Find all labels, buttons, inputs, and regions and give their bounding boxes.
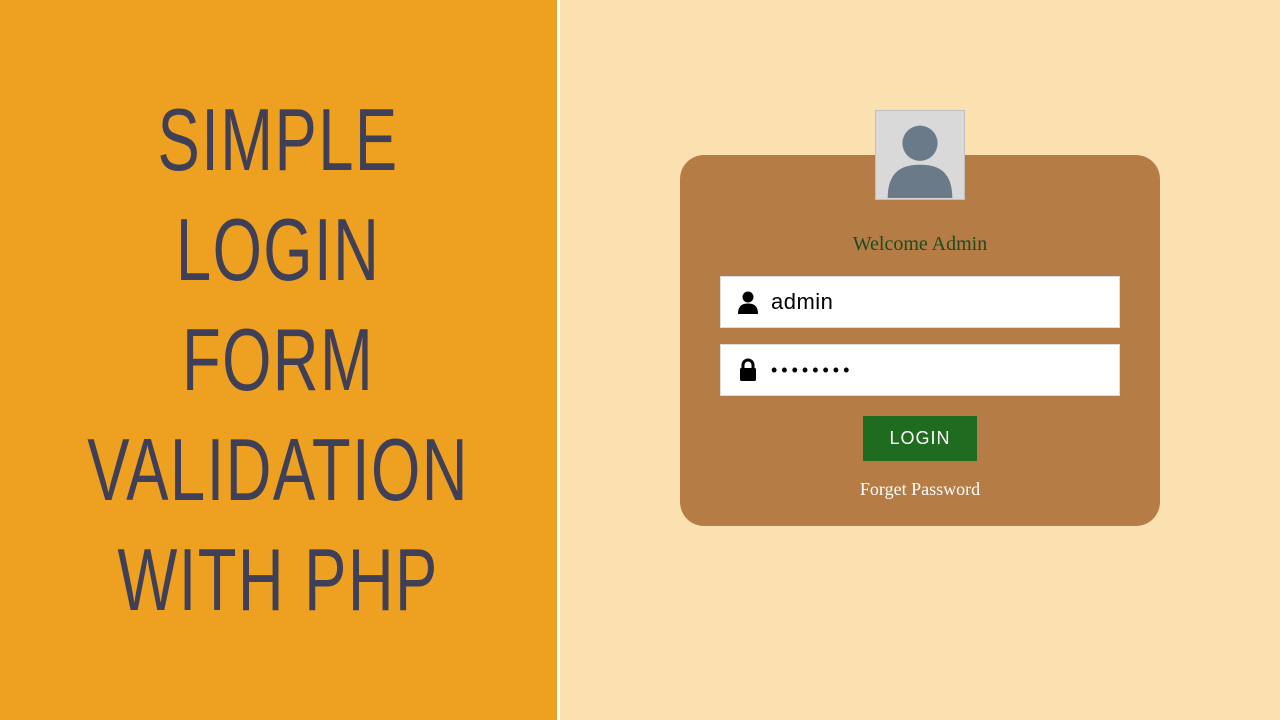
title-line-5: WITH PHP — [88, 525, 470, 635]
title-stack: SIMPLE LOGIN FORM VALIDATION WITH PHP — [13, 85, 543, 635]
welcome-text: Welcome Admin — [853, 233, 987, 256]
lock-icon — [733, 358, 763, 382]
title-line-4: VALIDATION — [88, 415, 470, 525]
user-avatar-icon — [876, 110, 964, 199]
avatar — [875, 110, 965, 200]
title-panel: SIMPLE LOGIN FORM VALIDATION WITH PHP — [0, 0, 560, 720]
login-card: Welcome Admin LOGIN Forget Password — [680, 155, 1160, 526]
password-input[interactable] — [763, 345, 1107, 395]
password-field[interactable] — [720, 344, 1120, 396]
form-panel: Welcome Admin LOGIN Forget Password — [560, 0, 1280, 720]
username-field[interactable] — [720, 276, 1120, 328]
forget-password-link[interactable]: Forget Password — [860, 479, 980, 500]
username-input[interactable] — [763, 277, 1107, 327]
title-line-1: SIMPLE — [88, 85, 470, 195]
user-icon — [733, 290, 763, 314]
login-button[interactable]: LOGIN — [863, 416, 976, 461]
title-line-3: FORM — [88, 305, 470, 415]
title-line-2: LOGIN — [88, 195, 470, 305]
